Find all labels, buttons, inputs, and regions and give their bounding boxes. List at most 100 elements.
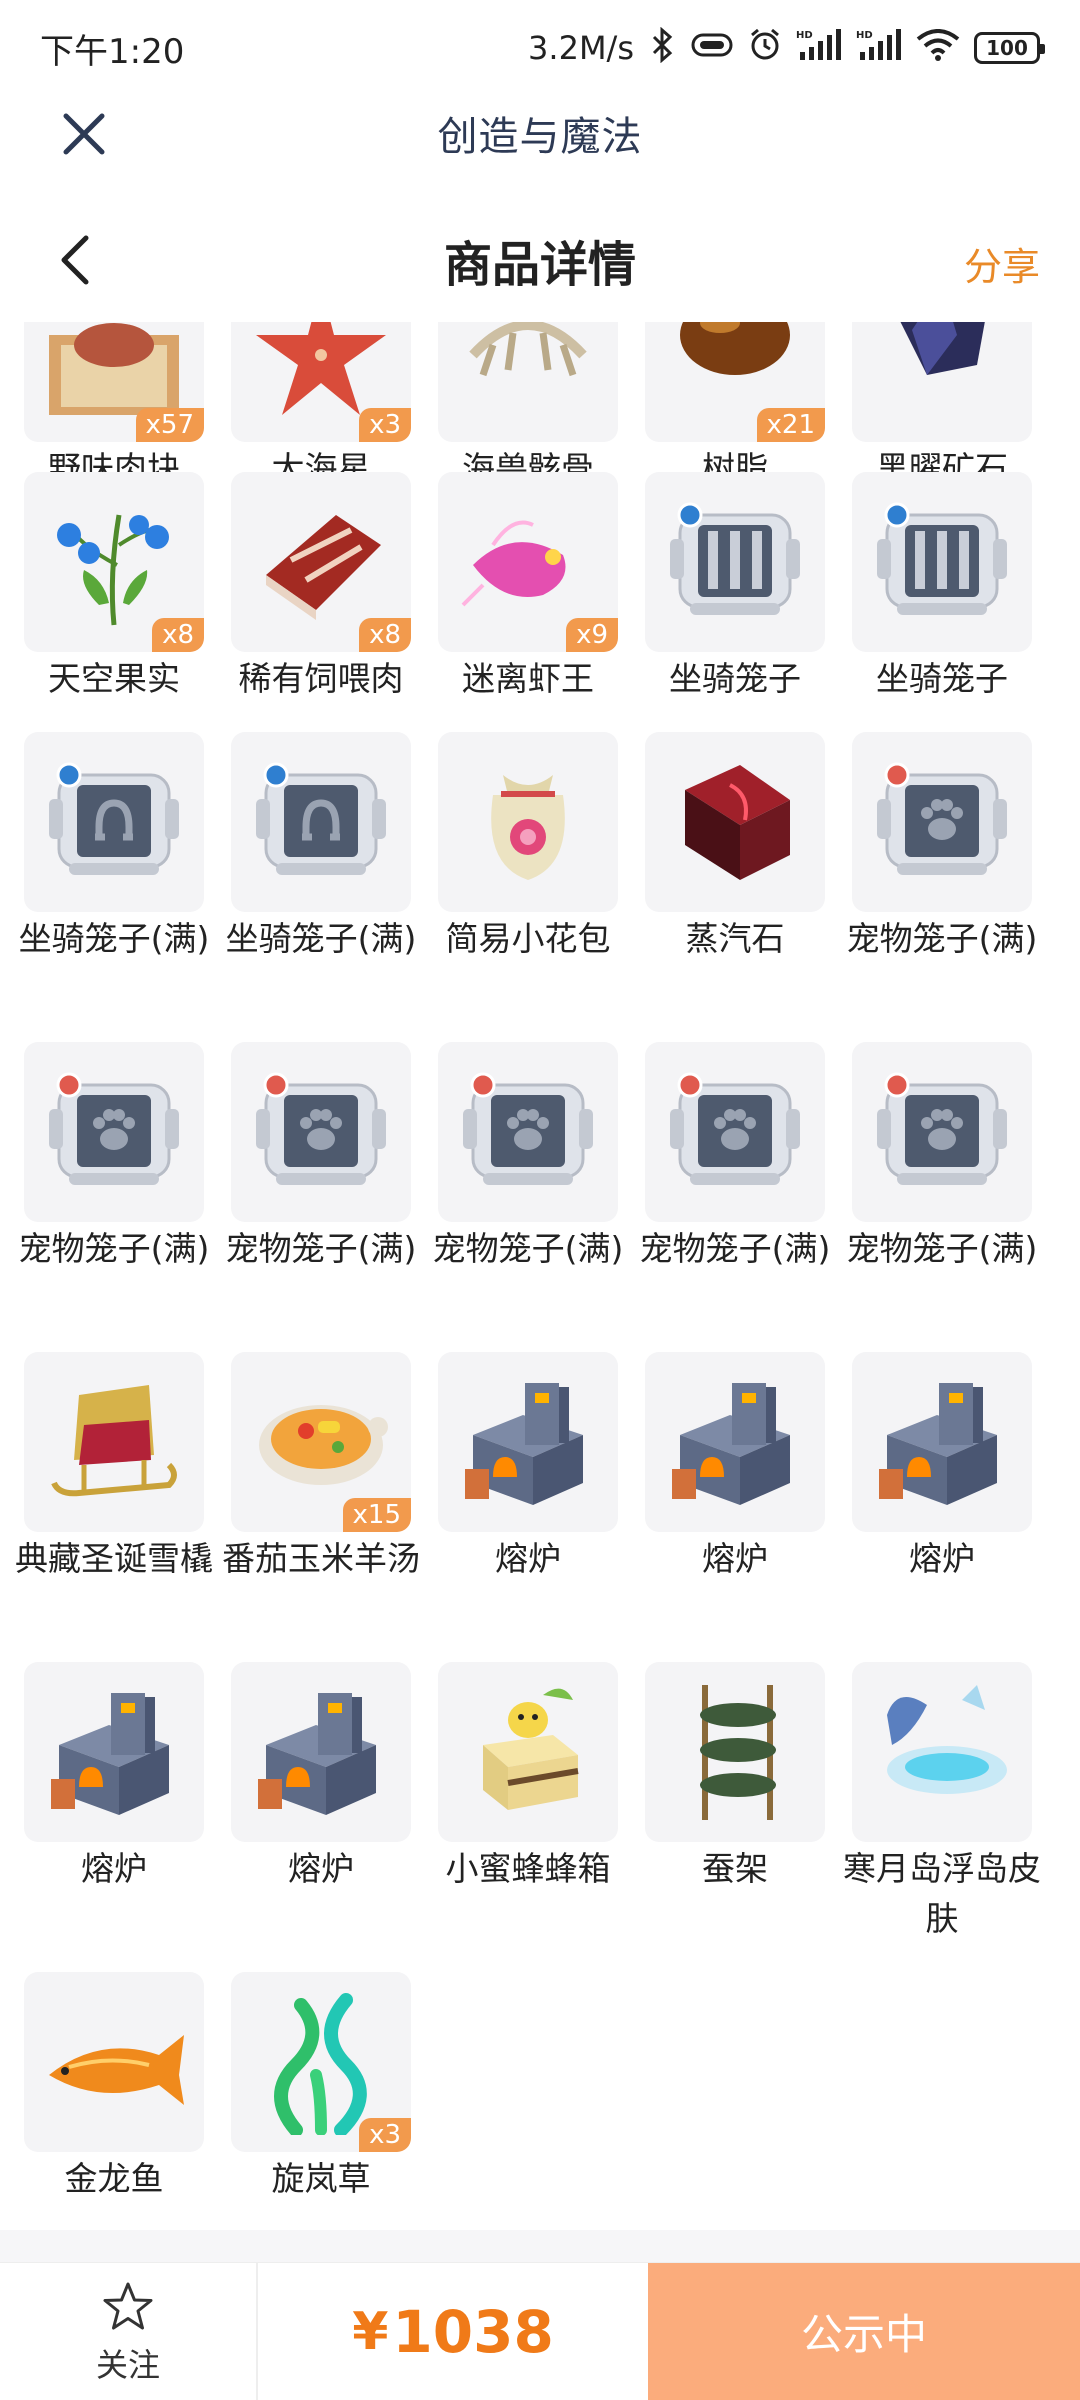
webview-title-bar: 创造与魔法: [0, 96, 1080, 170]
item-card[interactable]: x57 野味肉块: [9, 322, 219, 494]
webview-title: 创造与魔法: [437, 114, 643, 160]
item-thumbnail: [438, 322, 618, 442]
item-thumbnail: [852, 472, 1032, 652]
item-card[interactable]: 金龙鱼: [9, 1972, 219, 2204]
silkworm-rack-icon: [660, 1675, 810, 1829]
item-card[interactable]: x8 稀有饲喂肉: [216, 472, 426, 704]
item-card[interactable]: x8 天空果实: [9, 472, 219, 704]
item-card[interactable]: 宠物笼子(满): [837, 732, 1047, 964]
item-card[interactable]: 小蜜蜂蜂箱: [423, 1662, 633, 1894]
steam-stone-icon: [660, 745, 810, 899]
item-thumbnail: [24, 1972, 204, 2152]
item-card[interactable]: 蒸汽石: [630, 732, 840, 964]
item-thumbnail: [852, 1352, 1032, 1532]
item-card[interactable]: x9 迷离虾王: [423, 472, 633, 704]
mount-cage-icon: [660, 485, 810, 639]
back-button[interactable]: [46, 228, 110, 292]
rare-meat-icon: [246, 485, 396, 639]
item-name: 宠物笼子(满): [18, 1229, 210, 1268]
item-name: 熔炉: [495, 1539, 561, 1578]
item-card[interactable]: 黑曜矿石: [837, 322, 1047, 494]
item-card[interactable]: 海兽骸骨: [423, 322, 633, 494]
item-card[interactable]: 宠物笼子(满): [630, 1042, 840, 1274]
item-thumbnail: [231, 732, 411, 912]
svg-text:HD: HD: [856, 30, 873, 41]
item-name: 坐骑笼子(满): [225, 919, 417, 958]
item-card[interactable]: 宠物笼子(满): [9, 1042, 219, 1274]
item-card[interactable]: 典藏圣诞雪橇: [9, 1352, 219, 1584]
item-card[interactable]: x3 大海星: [216, 322, 426, 494]
item-thumbnail: [438, 1352, 618, 1532]
listing-status-button[interactable]: 公示中: [648, 2263, 1080, 2400]
item-thumbnail: x21: [645, 322, 825, 442]
shrimp-king-icon: [453, 485, 603, 639]
item-card[interactable]: x21 树脂: [630, 322, 840, 494]
item-grid-viewport[interactable]: x57 野味肉块 x3 大海星 海兽骸骨 x21 树脂 黑曜矿石 x8 天空果实 x8 稀有饲喂肉 x9…: [0, 322, 1080, 2224]
item-thumbnail: [438, 1042, 618, 1222]
follow-label: 关注: [95, 2346, 160, 2384]
item-card[interactable]: 熔炉: [423, 1352, 633, 1584]
pet-cage-icon: [39, 1055, 189, 1209]
item-card[interactable]: x15 番茄玉米羊汤: [216, 1352, 426, 1584]
item-thumbnail: [24, 1662, 204, 1842]
item-thumbnail: [438, 1662, 618, 1842]
close-icon[interactable]: [52, 102, 116, 166]
item-card[interactable]: 坐骑笼子(满): [216, 732, 426, 964]
item-name: 旋岚草: [271, 2159, 371, 2198]
pet-cage-icon: [867, 1055, 1017, 1209]
quantity-badge: x8: [152, 618, 204, 652]
item-card[interactable]: 熔炉: [630, 1352, 840, 1584]
item-name: 熔炉: [702, 1539, 768, 1578]
floating-island-icon: [867, 1675, 1017, 1829]
network-speed: 3.2M/s: [528, 29, 634, 67]
item-name: 金龙鱼: [64, 2159, 164, 2198]
furnace-icon: [453, 1365, 603, 1519]
item-name: 蚕架: [702, 1849, 768, 1888]
item-card[interactable]: 宠物笼子(满): [837, 1042, 1047, 1274]
furnace-icon: [39, 1675, 189, 1829]
status-icons: 3.2M/s HD HD 100: [528, 26, 1045, 69]
bluetooth-icon: [648, 26, 676, 69]
furnace-icon: [867, 1365, 1017, 1519]
signal-hd-icon: HD: [796, 28, 842, 68]
item-card[interactable]: 熔炉: [837, 1352, 1047, 1584]
star-icon: [103, 2282, 153, 2330]
item-card[interactable]: 坐骑笼子: [630, 472, 840, 704]
item-thumbnail: [852, 1042, 1032, 1222]
bottom-spacer: [0, 2230, 1080, 2262]
item-card[interactable]: 蚕架: [630, 1662, 840, 1894]
vibrate-icon: [690, 30, 734, 66]
price-value: 1038: [392, 2297, 554, 2366]
beehive-icon: [453, 1675, 603, 1829]
item-card[interactable]: x3 旋岚草: [216, 1972, 426, 2204]
furnace-icon: [246, 1675, 396, 1829]
arowana-icon: [39, 1985, 189, 2139]
listing-status-label: 公示中: [800, 2310, 927, 2359]
item-thumbnail: [645, 1352, 825, 1532]
item-thumbnail: [852, 732, 1032, 912]
item-card[interactable]: 熔炉: [9, 1662, 219, 1894]
item-name: 小蜜蜂蜂箱: [445, 1849, 611, 1888]
follow-button[interactable]: 关注: [0, 2263, 258, 2400]
flower-bag-icon: [453, 745, 603, 899]
item-card[interactable]: 熔炉: [216, 1662, 426, 1894]
item-thumbnail: x3: [231, 1972, 411, 2152]
item-thumbnail: [231, 1042, 411, 1222]
battery-icon: 100: [974, 32, 1045, 64]
price-currency: ¥: [352, 2301, 389, 2362]
share-button[interactable]: 分享: [964, 236, 1040, 291]
christmas-sleigh-icon: [39, 1365, 189, 1519]
mount-cage-full-icon: [39, 745, 189, 899]
item-card[interactable]: 坐骑笼子: [837, 472, 1047, 704]
item-name: 宠物笼子(满): [846, 1229, 1038, 1268]
item-card[interactable]: 坐骑笼子(满): [9, 732, 219, 964]
item-card[interactable]: 宠物笼子(满): [216, 1042, 426, 1274]
item-name: 坐骑笼子: [669, 659, 801, 698]
item-name: 迷离虾王: [462, 659, 594, 698]
item-card[interactable]: 宠物笼子(满): [423, 1042, 633, 1274]
item-card[interactable]: 简易小花包: [423, 732, 633, 964]
obsidian-ore-icon: [867, 322, 1017, 429]
page-header: 商品详情 分享: [0, 210, 1080, 310]
item-name: 坐骑笼子: [876, 659, 1008, 698]
item-card[interactable]: 寒月岛浮岛皮肤: [837, 1662, 1047, 1944]
